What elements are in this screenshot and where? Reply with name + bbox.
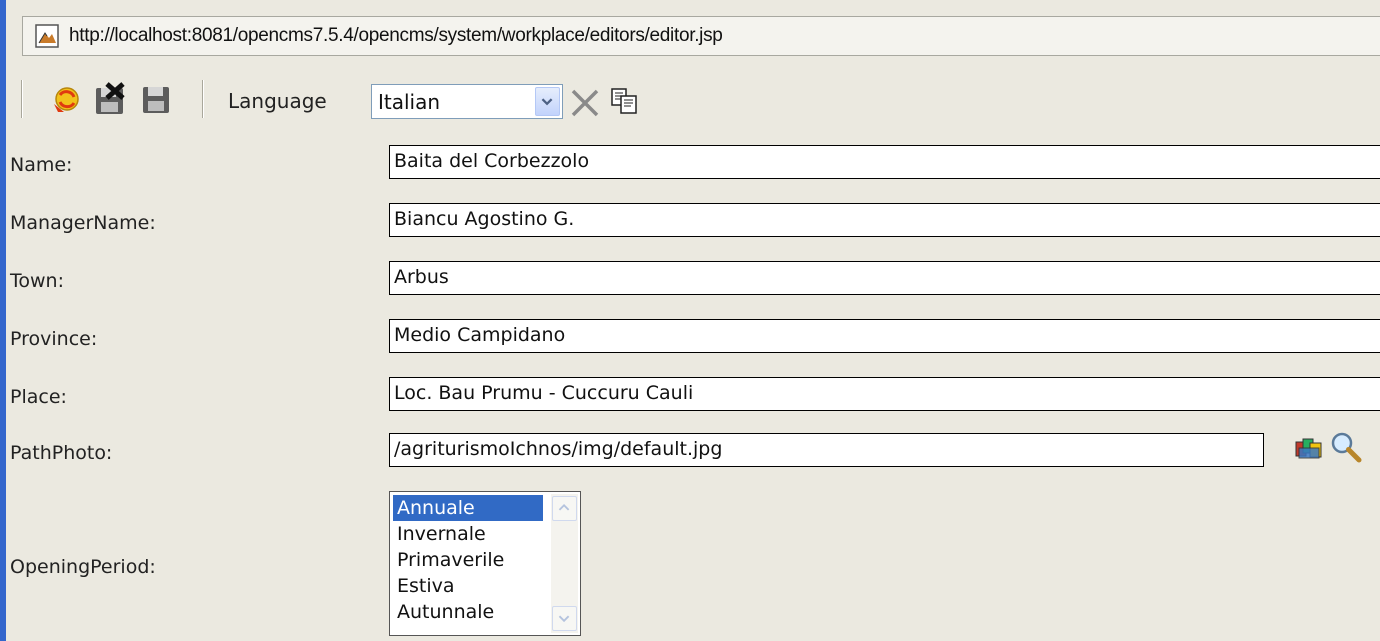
name-field[interactable]: Baita del Corbezzolo <box>389 145 1380 179</box>
language-select[interactable]: Italian <box>371 84 563 119</box>
place-row: Place: Loc. Bau Prumu - Cuccuru Cauli <box>6 366 1380 424</box>
chevron-down-icon[interactable] <box>552 606 577 631</box>
list-item[interactable]: Autunnale <box>393 599 543 625</box>
page-image-icon <box>35 24 59 48</box>
language-label: Language <box>228 89 327 113</box>
image-gallery-icon[interactable] <box>1294 433 1324 463</box>
list-item[interactable]: Invernale <box>393 521 543 547</box>
publish-icon[interactable] <box>48 82 82 116</box>
province-row: Province: Medio Campidano <box>6 308 1380 366</box>
save-exit-icon[interactable] <box>93 82 127 116</box>
town-field[interactable]: Arbus <box>389 261 1380 295</box>
name-label: Name: <box>10 154 73 176</box>
toolbar-separator <box>21 80 23 118</box>
language-value: Italian <box>378 90 441 114</box>
opening-period-label: OpeningPeriod: <box>10 556 156 578</box>
chevron-down-icon[interactable] <box>535 87 560 116</box>
town-label: Town: <box>10 270 64 292</box>
list-item[interactable]: Annuale <box>393 495 543 521</box>
opening-period-listbox[interactable]: Annuale Invernale Primaverile Estiva Aut… <box>389 491 581 636</box>
opening-period-row: OpeningPeriod: <box>6 482 1380 641</box>
manager-name-field[interactable]: Biancu Agostino G. <box>389 203 1380 237</box>
name-row: Name: Baita del Corbezzolo <box>6 134 1380 192</box>
toolbar-separator <box>202 80 204 118</box>
list-item[interactable]: Estiva <box>393 573 543 599</box>
photo-row: PathPhoto: /agriturismoIchnos/img/defaul… <box>6 424 1380 482</box>
province-field[interactable]: Medio Campidano <box>389 319 1380 353</box>
close-x-icon[interactable] <box>570 88 600 118</box>
listbox-scrollbar[interactable] <box>551 494 578 633</box>
magnifier-icon[interactable] <box>1329 430 1363 464</box>
place-label: Place: <box>10 386 67 408</box>
save-icon[interactable] <box>139 82 173 116</box>
address-bar[interactable]: http://localhost:8081/opencms7.5.4/openc… <box>22 16 1380 56</box>
copy-icon[interactable] <box>610 86 640 116</box>
chevron-up-icon[interactable] <box>552 496 577 521</box>
editor-toolbar: Language Italian <box>6 62 1380 128</box>
url-text: http://localhost:8081/opencms7.5.4/openc… <box>69 25 723 46</box>
list-item[interactable]: Primaverile <box>393 547 543 573</box>
manager-name-label: ManagerName: <box>10 212 156 234</box>
place-field[interactable]: Loc. Bau Prumu - Cuccuru Cauli <box>389 377 1380 411</box>
province-label: Province: <box>10 328 98 350</box>
path-photo-field[interactable]: /agriturismoIchnos/img/default.jpg <box>389 433 1264 467</box>
manager-row: ManagerName: Biancu Agostino G. <box>6 192 1380 250</box>
path-photo-label: PathPhoto: <box>10 442 113 464</box>
town-row: Town: Arbus <box>6 250 1380 308</box>
